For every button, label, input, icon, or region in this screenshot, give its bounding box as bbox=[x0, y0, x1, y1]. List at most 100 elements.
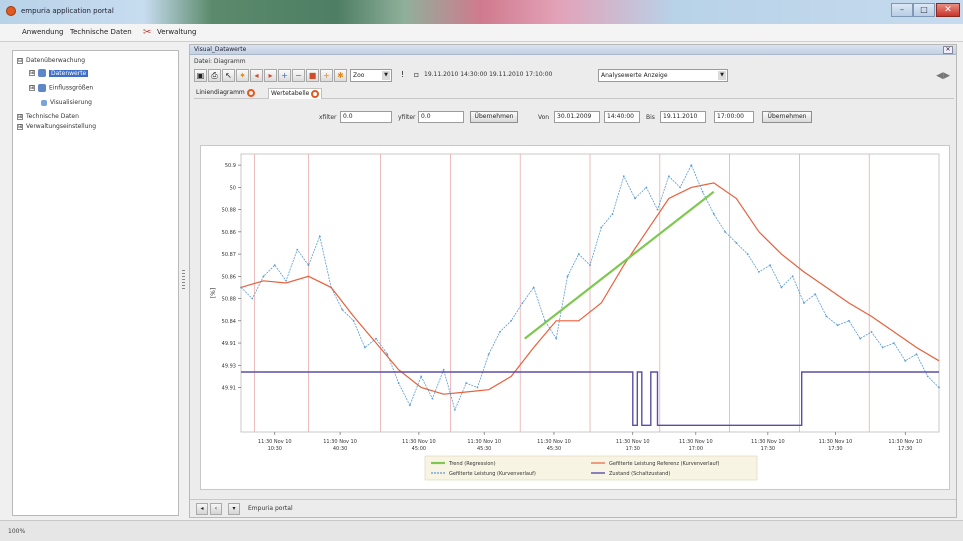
apply-filter-button[interactable]: Übernehmen bbox=[470, 111, 518, 123]
data-point bbox=[521, 302, 524, 304]
tree-item-datenueberwachung[interactable]: ⊟ Datenüberwachung bbox=[17, 57, 85, 67]
x-tick-label: 17:30 bbox=[626, 446, 640, 452]
panel-splitter-handle[interactable] bbox=[182, 270, 185, 290]
von-date-input[interactable]: 30.01.2009 bbox=[554, 111, 600, 123]
document-tab-title: Visual_Datawerte bbox=[194, 46, 247, 53]
tab-liniendiagramm[interactable]: Liniendiagramm bbox=[194, 88, 257, 99]
x-tick-label: 11:30 Nov 10 bbox=[888, 439, 922, 445]
data-point bbox=[465, 382, 468, 384]
tree-expander-icon[interactable]: ⊞ bbox=[29, 70, 35, 76]
tree-expander-icon[interactable]: ⊞ bbox=[17, 113, 23, 120]
previous-page-icon[interactable]: ‹ bbox=[210, 503, 222, 515]
lightbulb-icon[interactable]: ✦ bbox=[236, 69, 249, 82]
data-point bbox=[487, 353, 490, 356]
data-point bbox=[667, 175, 670, 178]
data-point bbox=[859, 337, 862, 340]
zoom-in-icon[interactable]: + bbox=[278, 69, 291, 82]
tree-item-einflussgroessen[interactable]: ⊞ Einflussgrößen bbox=[29, 84, 93, 94]
data-point bbox=[307, 264, 310, 267]
file-label: Datei: Diagramm bbox=[194, 58, 246, 65]
tree-item-verwaltungseinstellung[interactable]: ⊞ Verwaltungseinstellung bbox=[17, 123, 96, 133]
x-tick-label: 45:30 bbox=[477, 446, 491, 452]
xfilter-input[interactable]: 0.0 bbox=[340, 111, 392, 123]
zoom-select-value: Zoo bbox=[353, 72, 365, 79]
add-icon[interactable]: + bbox=[320, 69, 333, 82]
close-button[interactable]: ✕ bbox=[936, 3, 960, 17]
menu-item-anwendung[interactable]: Anwendung bbox=[22, 28, 63, 36]
chart-node-icon bbox=[41, 99, 47, 106]
maximize-button[interactable]: □ bbox=[913, 3, 935, 17]
menu-item-verwaltung[interactable]: Verwaltung bbox=[157, 28, 196, 36]
data-point bbox=[442, 368, 445, 371]
data-point bbox=[532, 286, 535, 289]
yfilter-label: yfilter bbox=[398, 114, 416, 121]
stop-icon[interactable]: ■ bbox=[306, 69, 319, 82]
data-point bbox=[476, 386, 479, 389]
data-point bbox=[656, 208, 659, 211]
star-icon[interactable]: ✱ bbox=[334, 69, 347, 82]
line-chart[interactable]: 50.9 50 50.88 50.86 50.87 50.86 50.88 50.84 49.9… bbox=[201, 146, 951, 491]
y-tick-label: 49.93 bbox=[222, 363, 236, 369]
data-point bbox=[746, 253, 749, 255]
first-page-icon[interactable]: ◂ bbox=[196, 503, 208, 515]
navigation-arrows-icon[interactable]: ◀▶ bbox=[936, 71, 950, 81]
data-point bbox=[622, 175, 625, 178]
app-logo-icon bbox=[6, 6, 16, 16]
tab-status-icon bbox=[311, 89, 320, 98]
print-icon[interactable]: ⎙ bbox=[208, 69, 221, 82]
date-range-text: 19.11.2010 14:30:00 19.11.2010 17:10:00 bbox=[424, 71, 553, 78]
y-tick-label: 50.86 bbox=[222, 274, 236, 280]
tree-expander-icon[interactable]: ⊟ bbox=[17, 57, 23, 64]
data-point bbox=[757, 270, 760, 273]
tree-item-technische-daten[interactable]: ⊞ Technische Daten bbox=[17, 113, 79, 123]
mode-select[interactable]: Analysewerte Anzeige ▼ bbox=[598, 69, 728, 82]
save-icon[interactable]: ▣ bbox=[194, 69, 207, 82]
series-line-trend bbox=[524, 190, 715, 340]
move-right-icon[interactable]: ▸ bbox=[264, 69, 277, 82]
x-tick-label: 11:30 Nov 10 bbox=[819, 439, 853, 445]
bis-date-input[interactable]: 19.11.2010 bbox=[660, 111, 706, 123]
data-point bbox=[408, 404, 411, 407]
pointer-icon[interactable]: ↖ bbox=[222, 69, 235, 82]
x-tick-label: 45:30 bbox=[547, 446, 561, 452]
yfilter-input[interactable]: 0.0 bbox=[418, 111, 464, 123]
tab-wertetabelle[interactable]: Wertetabelle bbox=[268, 88, 323, 99]
tree-item-visualisierung[interactable]: Visualisierung bbox=[41, 99, 92, 109]
data-point bbox=[904, 359, 907, 362]
data-point bbox=[645, 186, 648, 189]
y-tick-label: 50.88 bbox=[222, 297, 236, 303]
calendar-icon[interactable]: ▫ bbox=[410, 69, 423, 82]
info-icon[interactable]: ǃ bbox=[396, 69, 409, 82]
window-title: empuria application portal bbox=[21, 7, 114, 15]
tree-item-label: Datenüberwachung bbox=[26, 57, 86, 64]
document-tab[interactable]: Visual_Datawerte ✕ bbox=[190, 45, 956, 55]
tree-item-label: Datenwerte bbox=[49, 69, 89, 77]
tree-expander-icon[interactable]: ⊞ bbox=[17, 123, 23, 130]
data-point bbox=[510, 319, 513, 322]
zoom-out-icon[interactable]: − bbox=[292, 69, 305, 82]
tree-item-datenwerte[interactable]: ⊞ Datenwerte bbox=[29, 69, 89, 79]
y-tick-label: 50 bbox=[230, 185, 236, 191]
y-tick-label: 49.91 bbox=[222, 341, 236, 347]
von-time-input[interactable]: 14:40:00 bbox=[604, 111, 640, 123]
data-point bbox=[454, 408, 456, 411]
document-tab-close-icon[interactable]: ✕ bbox=[943, 46, 953, 54]
menu-item-technische-daten[interactable]: Technische Daten bbox=[70, 28, 132, 36]
minimize-button[interactable]: – bbox=[891, 3, 913, 17]
data-point bbox=[420, 375, 423, 378]
zoom-select[interactable]: Zoo ▼ bbox=[350, 69, 392, 82]
tree-expander-icon[interactable]: ⊞ bbox=[29, 85, 35, 91]
move-left-icon[interactable]: ◂ bbox=[250, 69, 263, 82]
navigation-tree: ⊟ Datenüberwachung ⊞ Datenwerte ⊞ Einflussg… bbox=[12, 50, 179, 516]
tab-label: Liniendiagramm bbox=[196, 89, 245, 96]
x-tick-label: 10:30 bbox=[268, 446, 282, 452]
chevron-down-icon: ▼ bbox=[382, 71, 390, 80]
data-point bbox=[881, 346, 884, 349]
status-text: 100% bbox=[8, 528, 26, 535]
legend-entry: Gefilterte Leistung Referenz (Kurvenverl… bbox=[609, 461, 719, 467]
bis-time-input[interactable]: 17:00:00 bbox=[714, 111, 754, 123]
apply-range-button[interactable]: Übernehmen bbox=[762, 111, 812, 123]
tree-item-label: Verwaltungseinstellung bbox=[26, 123, 97, 130]
data-point bbox=[634, 197, 636, 200]
dropdown-icon[interactable]: ▾ bbox=[228, 503, 240, 515]
